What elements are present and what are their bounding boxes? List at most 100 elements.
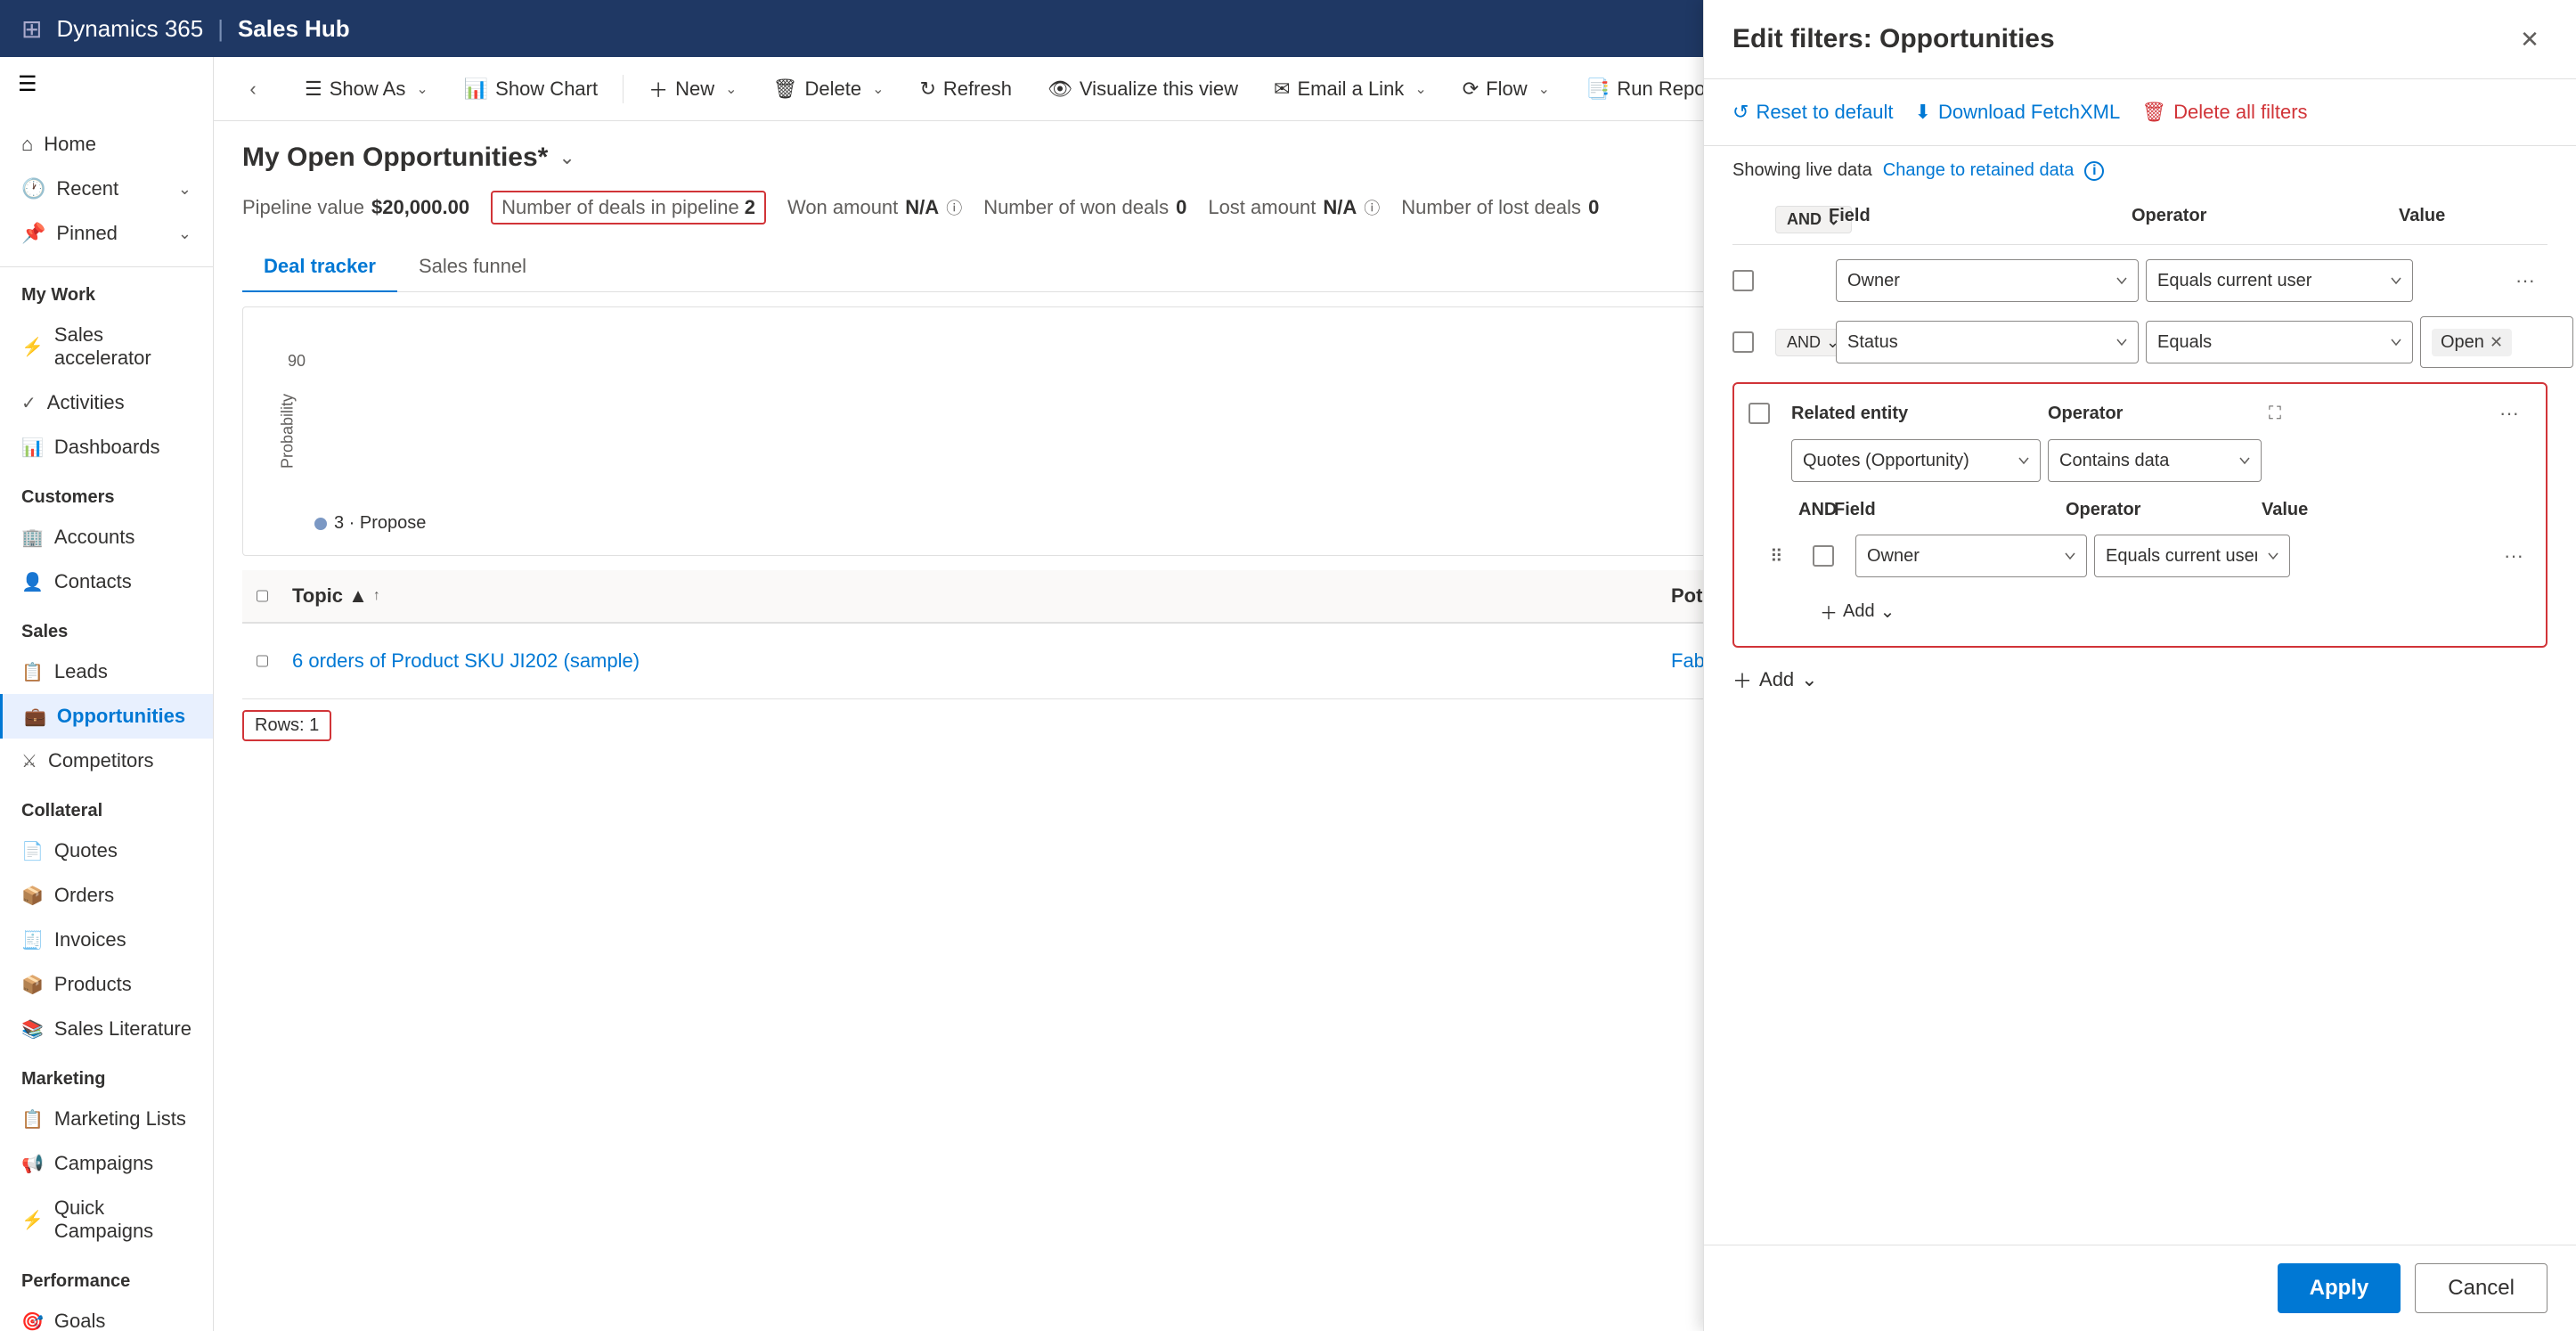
filter-operator-select-1[interactable]: Equals current user: [2146, 259, 2413, 302]
re-drag: ⠿: [1770, 545, 1806, 568]
sidebar-item-home[interactable]: ⌂ Home: [0, 122, 213, 167]
select-all-checkbox[interactable]: [257, 586, 268, 606]
filter-field-1[interactable]: Owner: [1836, 259, 2139, 302]
re-col-and: AND: [1791, 496, 1827, 524]
section-marketing: Marketing: [0, 1051, 213, 1097]
opportunities-icon: 💼: [24, 706, 46, 728]
apply-button[interactable]: Apply: [2278, 1263, 2401, 1313]
tag-close-icon[interactable]: ✕: [2490, 333, 2503, 352]
module-name: Sales Hub: [238, 15, 350, 43]
row-topic: 6 orders of Product SKU JI202 (sample): [278, 624, 1657, 698]
sidebar-item-competitors[interactable]: ⚔ Competitors: [0, 739, 213, 783]
sidebar-item-dashboards[interactable]: 📊 Dashboards: [0, 425, 213, 470]
nav-back-button[interactable]: ‹: [235, 71, 271, 107]
re-operator-label: Operator: [2048, 404, 2262, 424]
visualize-button[interactable]: 👁 Visualize this view: [1031, 69, 1254, 110]
topic-link[interactable]: 6 orders of Product SKU JI202 (sample): [292, 649, 640, 673]
filter-row-checkbox-1[interactable]: [1732, 270, 1754, 291]
sidebar-item-orders[interactable]: 📦 Orders: [0, 873, 213, 918]
download-fetchxml-button[interactable]: ⬇ Download FetchXML: [1915, 94, 2121, 131]
re-dots[interactable]: ···: [2487, 398, 2531, 429]
app-name: Dynamics 365: [56, 15, 203, 43]
re-entity-select[interactable]: Quotes (Opportunity): [1791, 439, 2041, 482]
tab-deal-tracker[interactable]: Deal tracker: [242, 242, 397, 292]
title-chevron-icon[interactable]: ⌄: [558, 146, 575, 169]
re-field-select[interactable]: Owner: [1855, 535, 2087, 577]
filter-operator-2[interactable]: Equals: [2146, 321, 2413, 363]
new-button[interactable]: ＋ New ⌄: [632, 66, 753, 112]
quotes-icon: 📄: [21, 840, 44, 862]
filter-operator-select-2[interactable]: Equals: [2146, 321, 2413, 363]
sidebar-item-opportunities[interactable]: 💼 Opportunities: [0, 694, 213, 739]
sidebar-item-quick-campaigns[interactable]: ⚡ Quick Campaigns: [0, 1186, 213, 1253]
filter-field-select-2[interactable]: Status: [1836, 321, 2139, 363]
re-expand-icon[interactable]: ⛶: [2269, 404, 2480, 424]
show-as-button[interactable]: ☰ Show As ⌄: [289, 69, 444, 110]
delete-icon: 🗑: [2141, 101, 2166, 124]
col-header-and: AND ⌄: [1768, 202, 1822, 237]
refresh-icon: ↻: [919, 78, 935, 101]
sidebar-item-goals[interactable]: 🎯 Goals: [0, 1299, 213, 1331]
open-tag: Open ✕: [2432, 329, 2512, 356]
recent-icon: 🕐: [21, 177, 45, 200]
change-to-retained-link[interactable]: Change to retained data: [1883, 160, 2075, 181]
cancel-button[interactable]: Cancel: [2415, 1263, 2547, 1313]
sidebar-item-quotes[interactable]: 📄 Quotes: [0, 829, 213, 873]
filter-field-select-1[interactable]: Owner: [1836, 259, 2139, 302]
email-icon: ✉: [1274, 78, 1290, 101]
chevron-down-icon: ⌄: [872, 80, 884, 98]
grid-select-all[interactable]: [242, 570, 278, 622]
accelerator-icon: ⚡: [21, 336, 44, 358]
sidebar-item-marketing-lists[interactable]: 📋 Marketing Lists: [0, 1097, 213, 1141]
filter-row-status: AND ⌄ Status Equals Open: [1732, 309, 2547, 375]
accounts-icon: 🏢: [21, 527, 44, 549]
sidebar-item-recent[interactable]: 🕐 Recent ⌄: [0, 167, 213, 211]
re-row-checkbox[interactable]: [1813, 545, 1834, 567]
quick-campaigns-icon: ⚡: [21, 1209, 44, 1231]
re-contains-select[interactable]: Contains data: [2048, 439, 2262, 482]
sidebar-item-pinned[interactable]: 📌 Pinned ⌄: [0, 211, 213, 256]
sidebar-hamburger[interactable]: ☰: [0, 57, 213, 111]
re-operator-field-select[interactable]: Equals current user: [2094, 535, 2290, 577]
sidebar-item-products[interactable]: 📦 Products: [0, 962, 213, 1007]
filter-value-select-2[interactable]: [2519, 321, 2562, 363]
re-row-dots[interactable]: ···: [2496, 541, 2531, 571]
sort-icon: ↑: [373, 588, 380, 604]
row-checkbox[interactable]: [242, 624, 278, 698]
flow-button[interactable]: ⟳ Flow ⌄: [1447, 69, 1566, 110]
refresh-button[interactable]: ↻ Refresh: [903, 69, 1027, 110]
sidebar-item-contacts[interactable]: 👤 Contacts: [0, 559, 213, 604]
sidebar-item-activities[interactable]: ✓ Activities: [0, 380, 213, 425]
show-as-icon: ☰: [305, 78, 322, 101]
tab-sales-funnel[interactable]: Sales funnel: [397, 242, 548, 292]
sidebar-item-sales-accelerator[interactable]: ⚡ Sales accelerator: [0, 313, 213, 380]
delete-icon: 🗑: [773, 78, 798, 101]
reset-default-button[interactable]: ↺ Reset to default: [1732, 94, 1894, 131]
related-entity-box: Related entity Operator ⛶ ··· Quotes (Op…: [1732, 382, 2547, 648]
filter-operator-1[interactable]: Equals current user: [2146, 259, 2413, 302]
re-checkbox[interactable]: [1749, 403, 1770, 424]
filter-close-button[interactable]: ✕: [2512, 21, 2547, 57]
delete-button[interactable]: 🗑 Delete ⌄: [757, 69, 901, 110]
sidebar-item-accounts[interactable]: 🏢 Accounts: [0, 515, 213, 559]
activities-icon: ✓: [21, 392, 37, 414]
sidebar-item-sales-literature[interactable]: 📚 Sales Literature: [0, 1007, 213, 1051]
re-add-button[interactable]: ＋ Add ⌄: [1820, 592, 1895, 632]
delete-all-filters-button[interactable]: 🗑 Delete all filters: [2141, 94, 2307, 131]
home-icon: ⌂: [21, 133, 33, 156]
sidebar-item-campaigns[interactable]: 📢 Campaigns: [0, 1141, 213, 1186]
col-topic[interactable]: Topic ▲ ↑: [278, 570, 1657, 622]
add-row-button[interactable]: ＋ Add ⌄: [1732, 655, 1818, 705]
filter-row-checkbox-2[interactable]: [1732, 331, 1754, 353]
col-header-checkbox: [1732, 202, 1768, 237]
col-header-operator: Operator: [2124, 202, 2392, 237]
filter-field-2[interactable]: Status: [1836, 321, 2139, 363]
leads-icon: 📋: [21, 661, 44, 683]
filter-row-owner: Owner Equals current user ···: [1732, 252, 2547, 309]
email-link-button[interactable]: ✉ Email a Link ⌄: [1258, 69, 1443, 110]
rows-count: Rows: 1: [242, 710, 331, 741]
sidebar-item-leads[interactable]: 📋 Leads: [0, 649, 213, 694]
filter-row-dots-1[interactable]: ···: [2503, 265, 2547, 296]
show-chart-button[interactable]: 📊 Show Chart: [448, 69, 614, 110]
sidebar-item-invoices[interactable]: 🧾 Invoices: [0, 918, 213, 962]
